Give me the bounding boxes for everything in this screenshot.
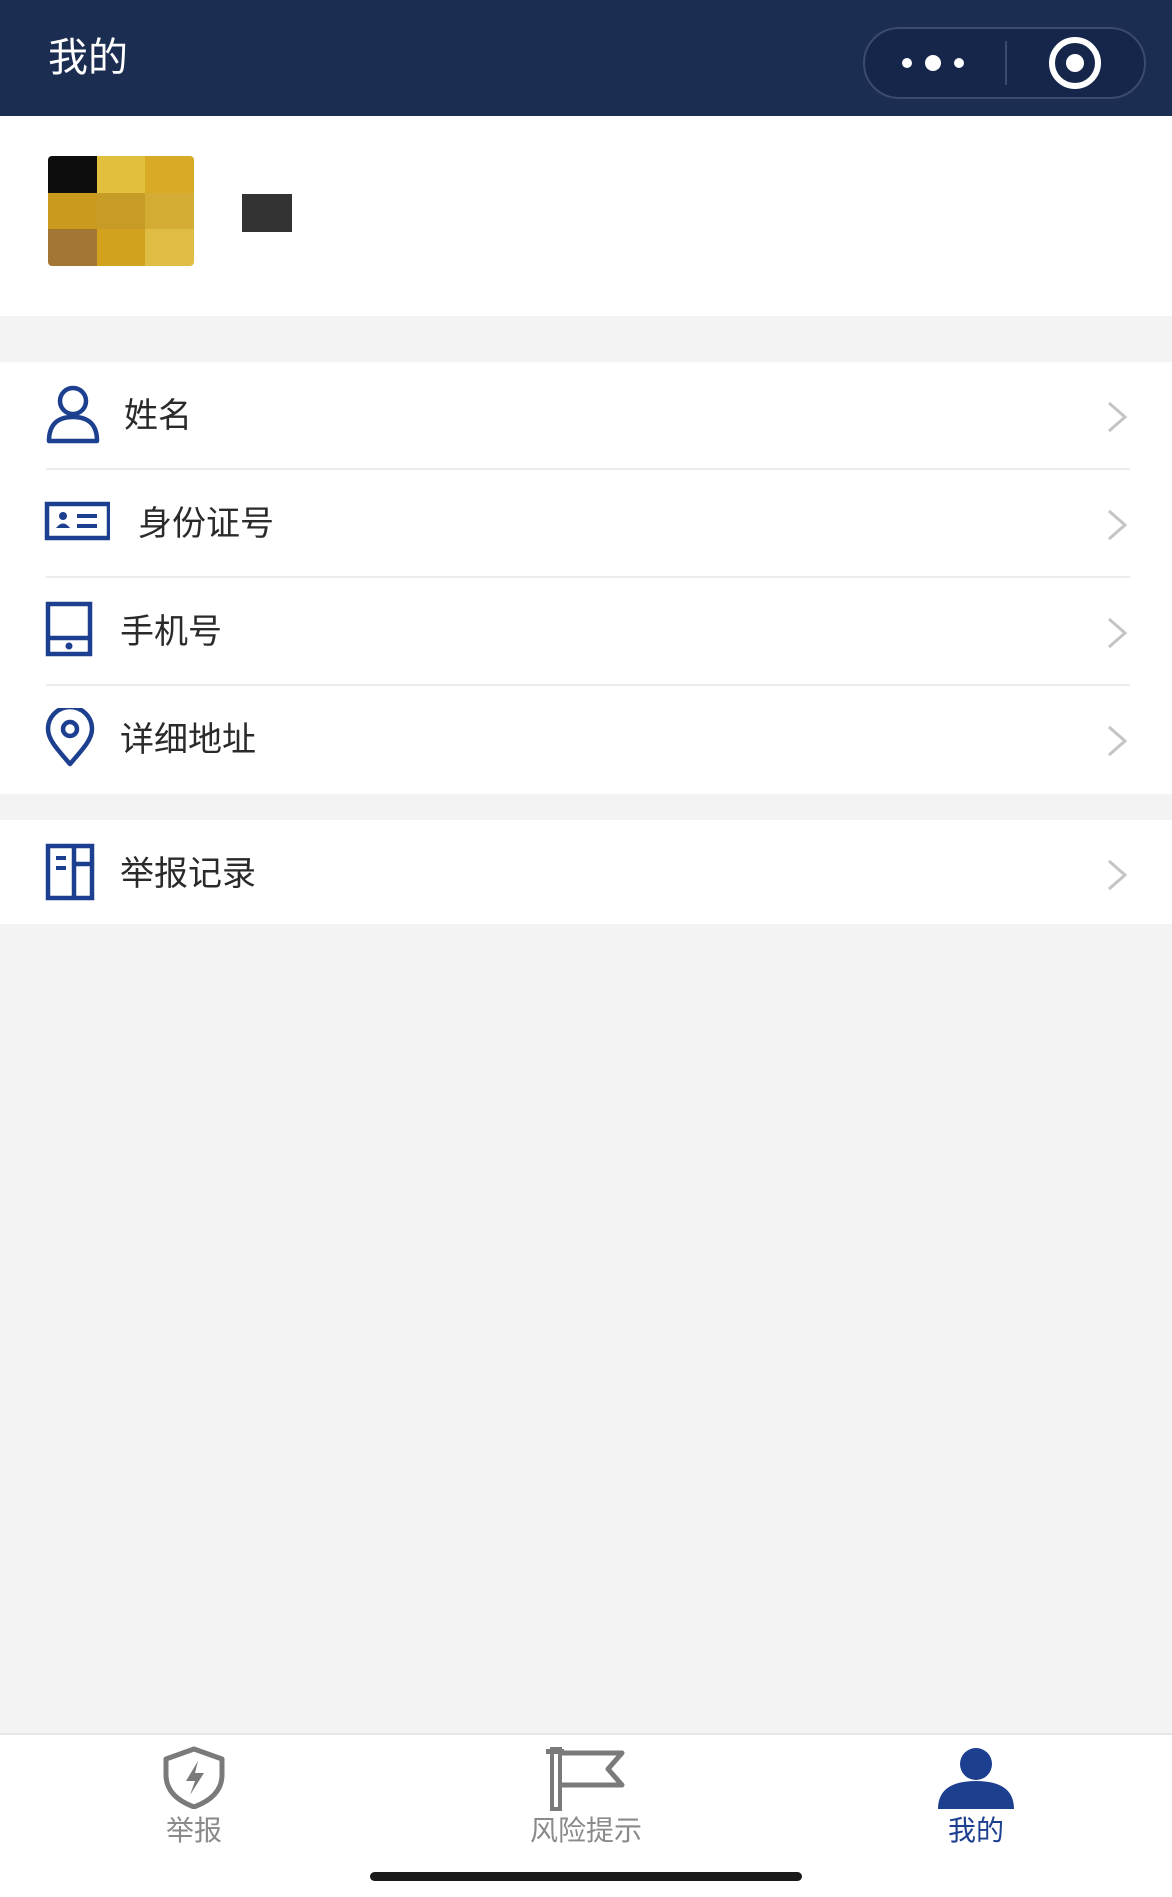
report-record-icon bbox=[45, 843, 95, 901]
menu-item-label: 手机号 bbox=[120, 612, 222, 652]
home-indicator bbox=[370, 1872, 802, 1881]
more-dots-icon bbox=[902, 55, 964, 71]
menu-item-label: 详细地址 bbox=[120, 720, 256, 760]
nickname bbox=[242, 194, 292, 232]
personal-info-group: 姓名 身份证号 手机号 详细地址 bbox=[0, 362, 1172, 794]
menu-item-label: 身份证号 bbox=[138, 504, 274, 544]
menu-item-address[interactable]: 详细地址 bbox=[0, 686, 1172, 794]
chevron-right-icon bbox=[1108, 509, 1128, 541]
menu-item-name[interactable]: 姓名 bbox=[0, 362, 1172, 470]
chevron-right-icon bbox=[1108, 859, 1128, 891]
menu-item-id-number[interactable]: 身份证号 bbox=[0, 470, 1172, 578]
chevron-right-icon bbox=[1108, 401, 1128, 433]
location-pin-icon bbox=[45, 708, 95, 767]
menu-item-phone[interactable]: 手机号 bbox=[0, 578, 1172, 686]
menu-item-label: 姓名 bbox=[124, 396, 192, 436]
tab-label: 我的 bbox=[947, 1814, 1004, 1847]
tab-label: 举报 bbox=[165, 1814, 222, 1847]
chevron-right-icon bbox=[1108, 725, 1128, 757]
chevron-right-icon bbox=[1108, 617, 1128, 649]
page-title: 我的 bbox=[48, 35, 128, 81]
close-mini-program-button[interactable] bbox=[1007, 29, 1146, 97]
id-card-icon bbox=[44, 501, 110, 541]
mini-program-capsule bbox=[863, 27, 1146, 99]
user-icon bbox=[46, 385, 100, 444]
more-button[interactable] bbox=[865, 29, 1005, 97]
user-filled-icon bbox=[938, 1748, 1014, 1809]
records-group: 举报记录 bbox=[0, 820, 1172, 924]
phone-icon bbox=[45, 601, 93, 657]
tab-risk-alert[interactable]: 风险提示 bbox=[486, 1735, 686, 1855]
mini-program-close-icon bbox=[1049, 37, 1101, 89]
navigation-bar: 我的 bbox=[0, 0, 1172, 116]
tab-report[interactable]: 举报 bbox=[94, 1735, 294, 1855]
tab-label: 风险提示 bbox=[529, 1814, 642, 1847]
flag-icon bbox=[546, 1747, 625, 1811]
shield-lightning-icon bbox=[163, 1746, 225, 1809]
avatar[interactable] bbox=[48, 156, 194, 266]
menu-item-report-records[interactable]: 举报记录 bbox=[0, 820, 1172, 924]
profile-header bbox=[0, 116, 1172, 316]
tab-mine[interactable]: 我的 bbox=[876, 1735, 1076, 1855]
menu-item-label: 举报记录 bbox=[120, 854, 256, 894]
